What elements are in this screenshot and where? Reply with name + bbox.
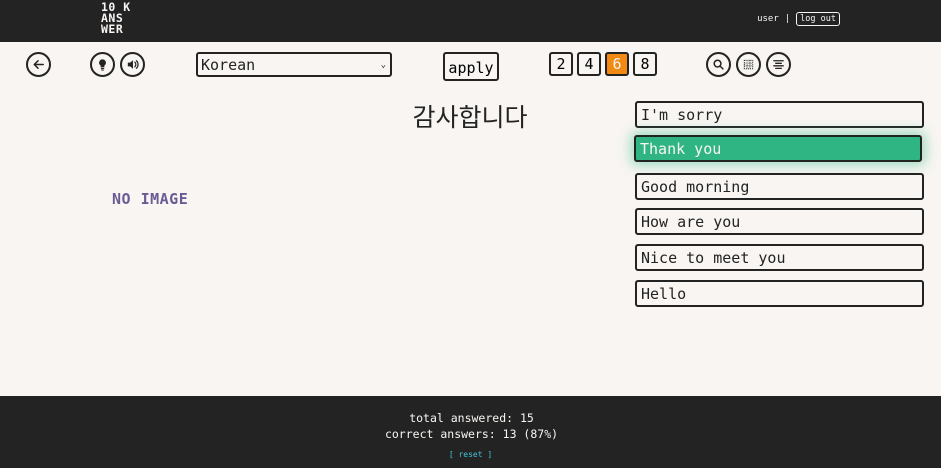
- image-placeholder: NO IMAGE: [112, 190, 189, 208]
- total-answered: total answered: 15: [409, 411, 534, 425]
- language-select[interactable]: Korean ⌄: [196, 52, 392, 77]
- logo-line: WER: [101, 22, 124, 36]
- grid-view-button[interactable]: [736, 52, 761, 77]
- answer-option[interactable]: I'm sorry: [635, 101, 924, 128]
- count-option-4[interactable]: 4: [577, 52, 601, 76]
- logout-button[interactable]: log out: [796, 12, 840, 26]
- answer-option[interactable]: Good morning: [635, 173, 924, 200]
- align-center-icon: [773, 60, 784, 69]
- count-option-6[interactable]: 6: [605, 52, 629, 76]
- apply-button[interactable]: apply: [443, 52, 499, 81]
- top-bar: 10 K ANS WER user | log out: [0, 0, 941, 42]
- stats-footer: total answered: 15 correct answers: 13 (…: [0, 396, 941, 468]
- reset-link[interactable]: [ reset ]: [0, 450, 941, 459]
- prompt-word: 감사합니다: [412, 103, 528, 132]
- list-view-button[interactable]: [766, 52, 791, 77]
- chevron-down-icon: ⌄: [380, 59, 386, 70]
- count-option-2[interactable]: 2: [549, 52, 573, 76]
- user-menu: user | log out: [757, 12, 840, 26]
- user-separator: |: [784, 14, 791, 24]
- search-button[interactable]: [706, 52, 731, 77]
- answer-option[interactable]: Hello: [635, 280, 924, 307]
- stats-summary: total answered: 15 correct answers: 13 (…: [0, 410, 941, 442]
- count-option-8[interactable]: 8: [633, 52, 657, 76]
- correct-answers: correct answers: 13 (87%): [384, 427, 559, 441]
- username[interactable]: user: [757, 14, 779, 24]
- hint-button[interactable]: [90, 52, 115, 77]
- back-button[interactable]: [26, 52, 51, 77]
- answer-option-correct[interactable]: Thank you: [634, 135, 922, 162]
- grid-icon: [743, 59, 754, 70]
- app-logo[interactable]: 10 K ANS WER: [101, 1, 137, 36]
- lightbulb-icon: [99, 59, 106, 71]
- search-icon: [713, 59, 724, 70]
- speaker-icon: [127, 60, 139, 69]
- arrow-left-icon: [33, 60, 44, 69]
- answer-option[interactable]: How are you: [635, 208, 924, 235]
- answer-option[interactable]: Nice to meet you: [635, 244, 924, 271]
- audio-button[interactable]: [120, 52, 145, 77]
- language-selected-value: Korean: [201, 55, 256, 74]
